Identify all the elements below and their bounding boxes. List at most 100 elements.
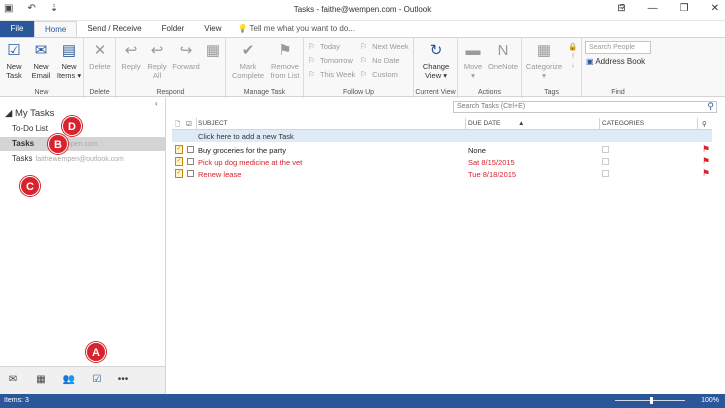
onenote-icon: N (497, 42, 509, 59)
more-respond-button[interactable]: ▦ (203, 42, 223, 62)
group-actions-label: Actions (478, 89, 501, 96)
group-delete: ✕ Delete Delete (84, 38, 116, 98)
onenote-button[interactable]: N OneNote (486, 42, 520, 71)
categories-column-header[interactable]: CATEGORIES (602, 120, 644, 127)
remove-from-list-button[interactable]: ⚑ Remove from List (266, 42, 304, 80)
new-task-button[interactable]: ☑ New Task (3, 42, 25, 80)
my-tasks-header[interactable]: ◢ My Tasks (5, 108, 54, 119)
due-date-column-header[interactable]: DUE DATE (468, 120, 500, 127)
complete-column-icon[interactable]: ☑ (186, 120, 192, 128)
flag-icon[interactable]: ⚑ (702, 156, 710, 167)
task-due-date: None (468, 146, 486, 155)
flag-icon[interactable]: ⚑ (702, 144, 710, 155)
subject-column-header[interactable]: SUBJECT (198, 120, 228, 127)
task-subject: Pick up dog medicine at the vet (198, 158, 303, 167)
collapse-pane-icon[interactable]: ‹ (155, 99, 158, 108)
calendar-icon[interactable]: ▦ (34, 374, 48, 386)
column-divider (465, 118, 466, 130)
flag-no-date-button[interactable]: ⚐ No Date (360, 56, 400, 65)
filter-flag-icon[interactable]: ⚲ (702, 120, 707, 128)
task-row[interactable]: ✓ Buy groceries for the party None ⚑ (172, 144, 712, 156)
mark-complete-button[interactable]: ✔ Mark Complete (228, 42, 268, 80)
folder-pane: ‹ ◢ My Tasks To-Do List Tasks wempen.com … (0, 98, 166, 366)
reply-button[interactable]: ↩ Reply (118, 42, 144, 71)
ribbon-tabs: File Home Send / Receive Folder View 💡 T… (0, 21, 725, 37)
checkmark-icon: ✔ (241, 42, 255, 59)
callout-c: C (20, 176, 40, 196)
flag-tomorrow-button[interactable]: ⚐ Tomorrow (308, 56, 353, 65)
tasks-icon[interactable]: ☑ (90, 374, 104, 386)
nav-todo-list[interactable]: To-Do List (0, 122, 165, 136)
complete-checkbox[interactable] (187, 170, 194, 177)
restore-button[interactable]: ❐ (680, 3, 689, 14)
group-find-label: Find (611, 89, 625, 96)
forward-button[interactable]: ↪ Forward (170, 42, 202, 71)
forward-icon: ↪ (179, 42, 193, 59)
column-divider (697, 118, 698, 130)
move-icon: ▬ (465, 42, 481, 59)
tab-home[interactable]: Home (34, 21, 78, 37)
task-category[interactable] (602, 170, 609, 177)
categorize-icon: ▦ (536, 42, 552, 59)
move-button[interactable]: ▬ Move ▾ (460, 42, 486, 80)
task-row[interactable]: ✓ Pick up dog medicine at the vet Sat 8/… (172, 156, 712, 168)
new-email-button[interactable]: ✉ New Email (27, 42, 55, 80)
ribbon: ☑ New Task ✉ New Email ▤ New Items ▾ New ✕ D… (0, 37, 725, 98)
categorize-button[interactable]: ▦ Categorize ▾ (522, 42, 566, 80)
tab-send-receive[interactable]: Send / Receive (77, 21, 151, 37)
flag-today-button[interactable]: ⚐ Today (308, 42, 340, 51)
group-manage-task-label: Manage Task (243, 89, 286, 96)
flag-this-week-button[interactable]: ⚐ This Week (308, 70, 355, 79)
flag-custom-button[interactable]: ⚐ Custom (360, 70, 398, 79)
change-view-icon: ↻ (429, 42, 443, 59)
new-items-button[interactable]: ▤ New Items ▾ (56, 42, 82, 80)
group-actions: ▬ Move ▾ N OneNote Actions (458, 38, 522, 98)
task-category[interactable] (602, 158, 609, 165)
flag-icon: ⚐ (308, 56, 316, 65)
complete-checkbox[interactable] (187, 146, 194, 153)
tell-me-box[interactable]: 💡 Tell me what you want to do... (232, 21, 365, 37)
search-people-input[interactable]: Search People (585, 41, 651, 54)
flag-icon: ⚐ (308, 70, 316, 79)
title-bar: ▣ ↶ ⇣ Tasks - faithe@wempen.com - Outloo… (0, 0, 725, 21)
tab-view[interactable]: View (194, 21, 231, 37)
private-icon[interactable]: 🔒! ↓ (566, 42, 580, 69)
task-subject: Renew lease (198, 170, 242, 179)
tab-folder[interactable]: Folder (152, 21, 195, 37)
search-icon[interactable]: ⚲ (707, 101, 714, 112)
task-list-pane: Search Tasks (Ctrl+E) ⚲ 🗋 ☑ SUBJECT DUE D… (167, 98, 725, 394)
zoom-level[interactable]: 100% (701, 397, 719, 404)
more-icon[interactable]: ••• (116, 374, 130, 386)
more-respond-icon: ▦ (205, 42, 221, 59)
add-new-task-row[interactable]: Click here to add a new Task (172, 130, 712, 142)
change-view-button[interactable]: ↻ Change View ▾ (418, 42, 454, 80)
reply-all-button[interactable]: ↩ Reply All (145, 42, 169, 80)
group-tags-label: Tags (544, 89, 559, 96)
tab-file[interactable]: File (0, 21, 34, 37)
column-headers: 🗋 ☑ SUBJECT DUE DATE ▲ CATEGORIES ⚲ (172, 118, 712, 130)
search-tasks-input[interactable]: Search Tasks (Ctrl+E) ⚲ (453, 101, 717, 113)
flag-icon[interactable]: ⚑ (702, 168, 710, 179)
address-book-button[interactable]: ▣ Address Book (586, 57, 645, 66)
group-manage-task: ✔ Mark Complete ⚑ Remove from List Manage … (226, 38, 304, 98)
group-new: ☑ New Task ✉ New Email ▤ New Items ▾ New (0, 38, 84, 98)
task-subject: Buy groceries for the party (198, 146, 286, 155)
delete-button[interactable]: ✕ Delete (87, 42, 113, 71)
column-divider (599, 118, 600, 130)
task-due-date: Sat 8/15/2015 (468, 158, 515, 167)
complete-checkbox[interactable] (187, 158, 194, 165)
task-row[interactable]: ✓ Renew lease Tue 8/18/2015 ⚑ (172, 168, 712, 180)
mail-icon[interactable]: ✉ (6, 374, 20, 386)
minimize-button[interactable]: — (648, 3, 658, 14)
nav-tasks-wempen[interactable]: Tasks wempen.com (0, 137, 165, 151)
sort-ascending-icon: ▲ (518, 120, 525, 127)
tell-me-text: Tell me what you want to do... (249, 24, 355, 33)
people-icon[interactable]: 👥 (62, 374, 76, 386)
flag-icon: ⚐ (360, 70, 368, 79)
nav-tasks-outlook[interactable]: Tasks faithewempen@outlook.com (0, 152, 165, 166)
task-category[interactable] (602, 146, 609, 153)
zoom-slider-handle[interactable] (650, 397, 653, 404)
ribbon-display-icon[interactable]: ⊟ (617, 3, 625, 14)
flag-next-week-button[interactable]: ⚐ Next Week (360, 42, 409, 51)
close-button[interactable]: ✕ (711, 3, 719, 14)
